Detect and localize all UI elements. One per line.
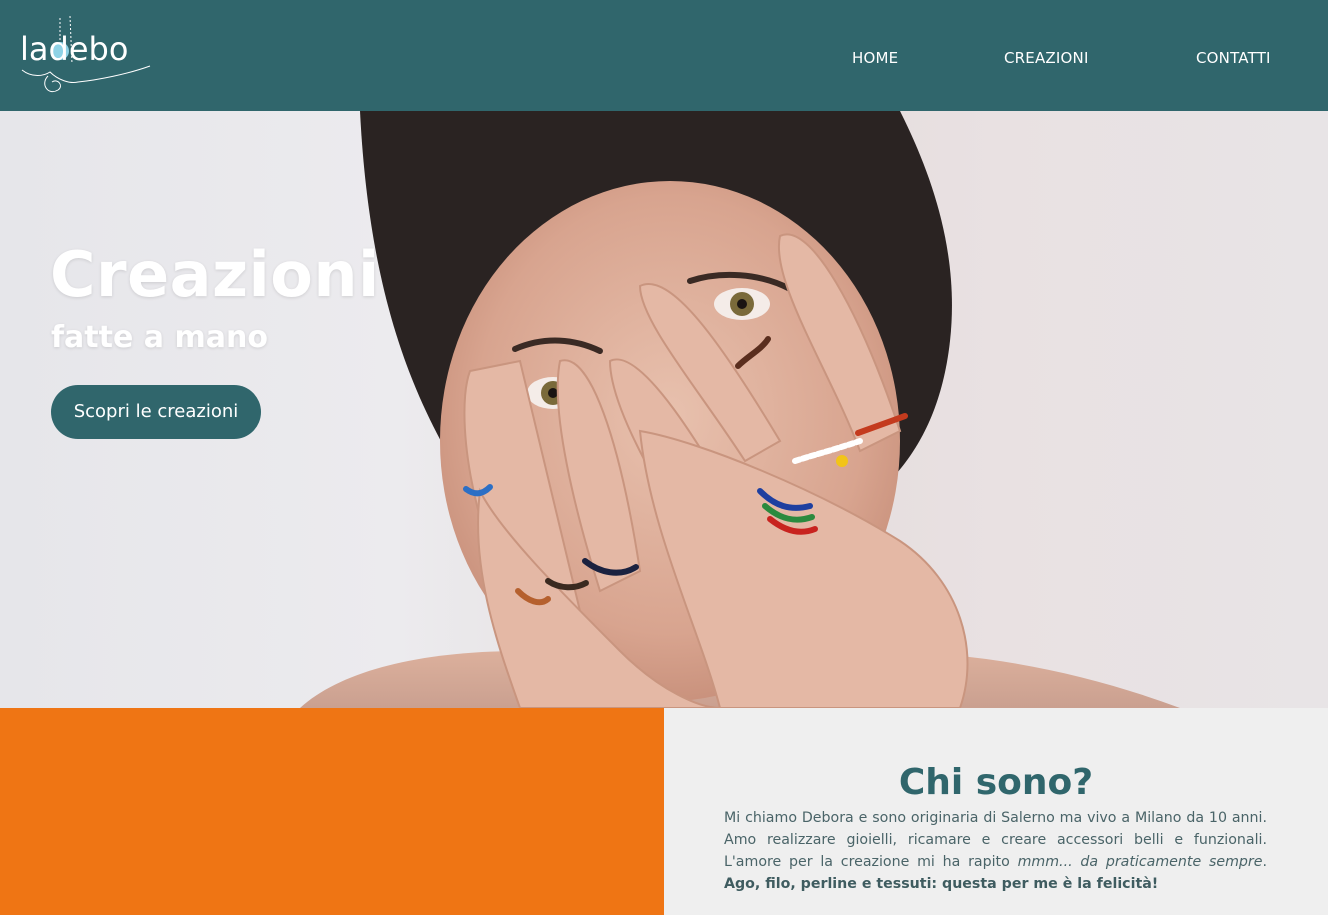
hero-section: Creazioni fatte a mano Scopri le creazio… — [0, 111, 1328, 708]
main-nav: HOME CREAZIONI CONTATTI — [0, 48, 1328, 70]
hero-title: Creazioni — [50, 238, 380, 311]
nav-home[interactable]: HOME — [852, 48, 898, 68]
about-text-bold: Ago, filo, perline e tessuti: questa per… — [724, 876, 1159, 892]
about-text: Mi chiamo Debora e sono originaria di Sa… — [724, 807, 1267, 895]
about-section: Chi sono? Mi chiamo Debora e sono origin… — [664, 708, 1328, 915]
site-header: ladebo HOME CREAZIONI CONTATTI — [0, 0, 1328, 111]
discover-creations-button[interactable]: Scopri le creazioni — [51, 385, 261, 439]
about-title: Chi sono? — [898, 762, 1094, 803]
orange-color-block — [0, 708, 664, 915]
hero-subtitle: fatte a mano — [51, 320, 268, 355]
about-text-italic: mmm... da praticamente sempre — [1017, 854, 1263, 870]
about-text-separator: . — [1262, 854, 1267, 870]
nav-creazioni[interactable]: CREAZIONI — [1004, 48, 1089, 68]
nav-contatti[interactable]: CONTATTI — [1196, 48, 1271, 68]
